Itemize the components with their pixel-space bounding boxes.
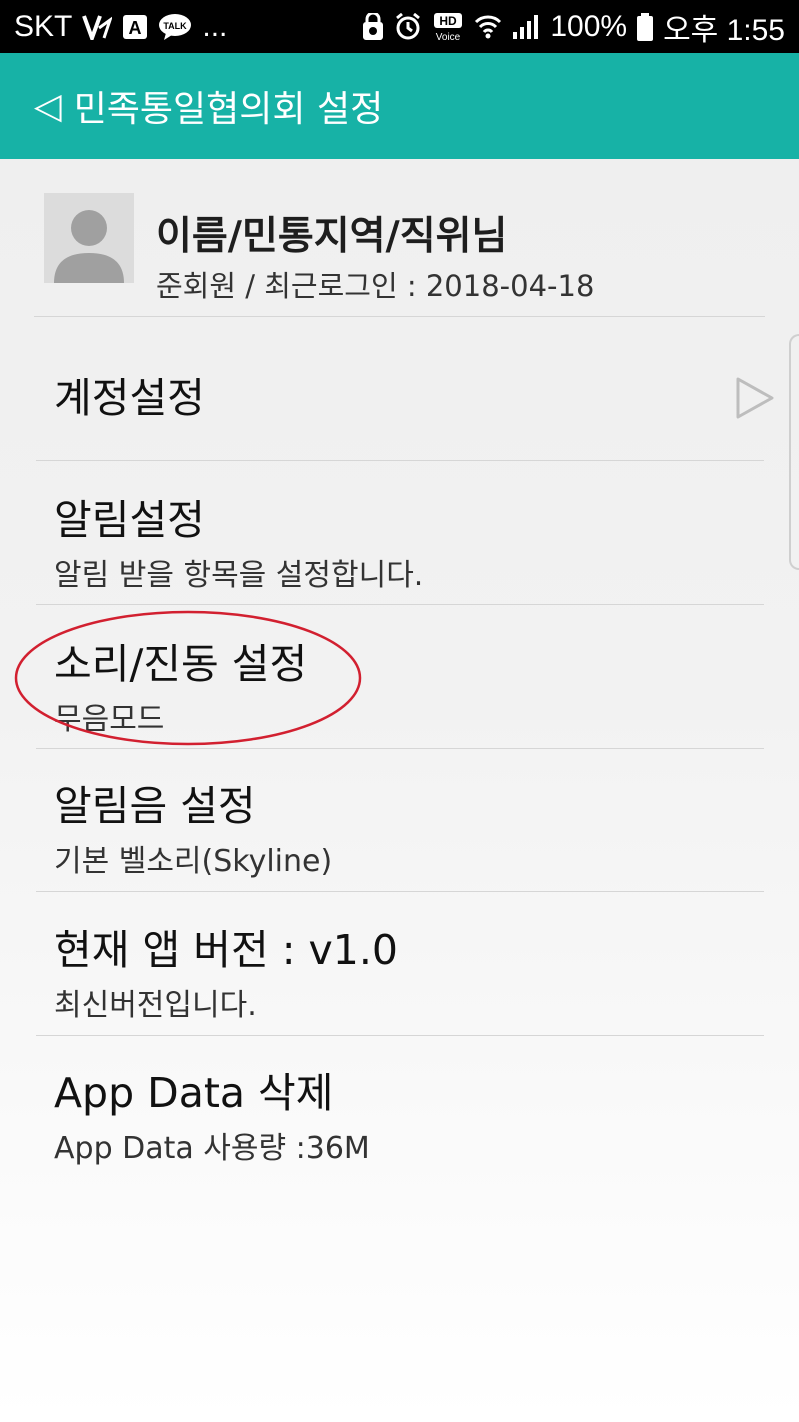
item-subtitle: 기본 벨소리(Skyline): [54, 844, 333, 879]
recycle-lock-icon: [362, 12, 384, 41]
account-settings-item[interactable]: 계정설정: [54, 364, 764, 424]
voice-label: Voice: [436, 32, 461, 42]
a-app-icon: A: [122, 14, 148, 40]
item-subtitle: 최신버전입니다.: [54, 988, 257, 1023]
carrier-label: SKT: [14, 9, 73, 43]
back-icon[interactable]: ◁: [34, 86, 62, 127]
more-notifications: ...: [202, 9, 228, 43]
scrollbar[interactable]: [789, 334, 799, 570]
a-app-label: A: [129, 18, 142, 38]
hd-voice-icon: HD Voice: [432, 12, 464, 42]
divider: [36, 1035, 764, 1036]
delete-app-data-item[interactable]: App Data 삭제 App Data 사용량 :36M: [54, 1059, 764, 1167]
item-title: 계정설정: [54, 374, 205, 422]
item-subtitle: 알림 받을 항목을 설정합니다.: [54, 558, 424, 593]
divider: [34, 316, 765, 317]
page-title: 민족통일협의회 설정: [73, 89, 384, 130]
item-subtitle: 무음모드: [54, 702, 165, 737]
battery-icon: [637, 12, 654, 41]
battery-percent: 100%: [550, 9, 628, 43]
sound-vibration-settings-item[interactable]: 소리/진동 설정 무음모드: [54, 630, 764, 738]
profile-section: 이름/민통지역/직위님 준회원 / 최근로그인 : 2018-04-18: [44, 193, 764, 303]
talk-label: TALK: [164, 21, 188, 31]
person-icon: [54, 210, 124, 283]
item-subtitle: App Data 사용량 :36M: [54, 1131, 370, 1166]
chevron-right-icon: [735, 376, 775, 424]
profile-name: 이름/민통지역/직위님: [156, 214, 508, 259]
item-title: 소리/진동 설정: [54, 640, 308, 688]
item-title: 현재 앱 버전 : v1.0: [54, 926, 399, 974]
signal-icon: [512, 14, 540, 40]
volte-icon: [82, 14, 113, 40]
ringtone-settings-item[interactable]: 알림음 설정 기본 벨소리(Skyline): [54, 772, 764, 880]
divider: [36, 460, 764, 461]
clock: 오후 1:55: [663, 13, 785, 47]
item-title: 알림설정: [54, 496, 205, 544]
item-title: 알림음 설정: [54, 782, 256, 830]
divider: [36, 604, 764, 605]
avatar: [44, 193, 134, 283]
item-title: App Data 삭제: [54, 1069, 334, 1117]
status-bar: SKT A TALK ... HD Voice 100% 오후 1:55: [0, 0, 799, 53]
divider: [36, 891, 764, 892]
notification-settings-item[interactable]: 알림설정 알림 받을 항목을 설정합니다.: [54, 486, 764, 594]
alarm-icon: [394, 12, 422, 41]
app-version-item[interactable]: 현재 앱 버전 : v1.0 최신버전입니다.: [54, 916, 764, 1024]
divider: [36, 748, 764, 749]
app-bar: ◁ 민족통일협의회 설정: [0, 53, 799, 159]
hd-label: HD: [440, 14, 458, 28]
profile-info: 준회원 / 최근로그인 : 2018-04-18: [156, 269, 595, 303]
wifi-icon: [474, 14, 502, 40]
kakaotalk-icon: TALK: [158, 13, 192, 41]
